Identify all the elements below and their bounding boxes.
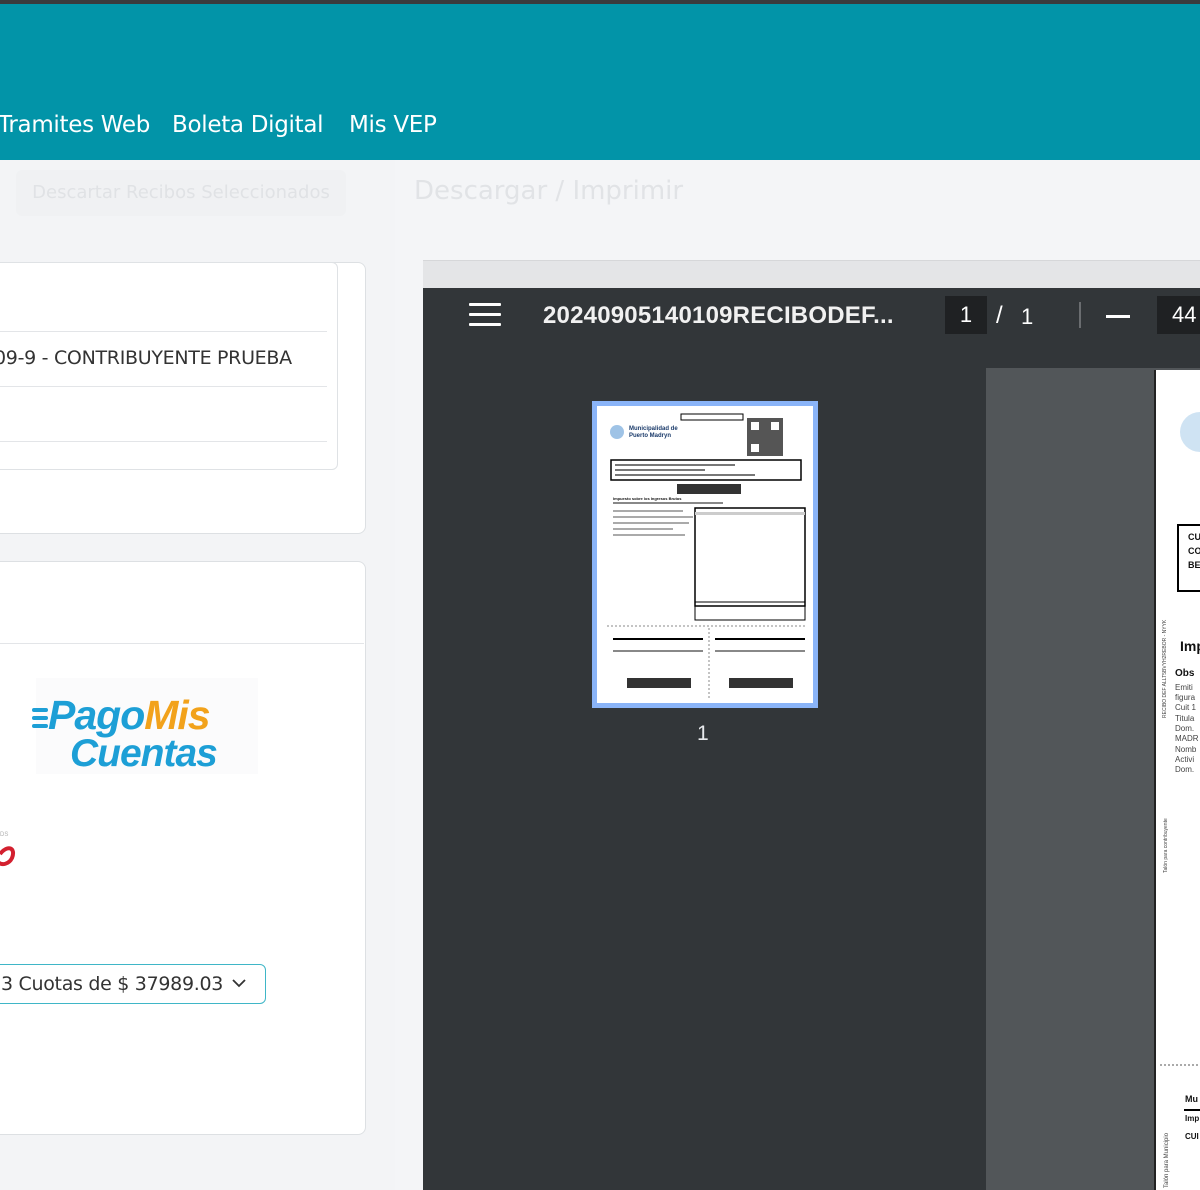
total-pages: 1: [1021, 304, 1034, 329]
top-navbar: Tramites Web Boleta Digital Mis VEP: [0, 4, 1200, 160]
page-side-text: RECIBO DEF ALLT5BVYH2REBOR - NYYK: [1162, 619, 1168, 718]
page-box-line: CO: [1188, 546, 1200, 556]
chevron-down-icon: [232, 979, 246, 988]
red-logo-caption: DS: [0, 832, 9, 838]
zoom-out-icon[interactable]: [1106, 315, 1130, 318]
page-line: Activi: [1175, 755, 1195, 764]
cuotas-select[interactable]: 3 Cuotas de $ 37989.03: [0, 964, 266, 1004]
page-heading: Imp: [1180, 638, 1200, 654]
page-footer-line: Mu: [1185, 1094, 1198, 1104]
nav-item-tramites-web[interactable]: Tramites Web: [0, 112, 150, 138]
pdf-page: CU CO BE Imp Obs Emiti figura Cuit 1 Tit…: [1154, 370, 1200, 1190]
page-line: Emiti: [1175, 683, 1193, 692]
page-line: Dom.: [1175, 765, 1195, 774]
nav-item-boleta-digital[interactable]: Boleta Digital: [172, 112, 324, 138]
discard-receipts-button[interactable]: Descartar Recibos Seleccionados: [16, 170, 346, 216]
thumbnail-page-number: 1: [697, 722, 709, 745]
contribuyente-row[interactable]: 09-9 - CONTRIBUYENTE PRUEBA: [0, 347, 292, 369]
viewer-frame-top: [423, 260, 1200, 291]
page-obs-label: Obs: [1175, 668, 1195, 679]
card-divider: [0, 643, 364, 644]
download-print-heading: Descargar / Imprimir: [414, 176, 684, 206]
zoom-input[interactable]: 44: [1157, 296, 1200, 334]
payment-card: [0, 561, 366, 1135]
page-number-input[interactable]: 1: [945, 296, 987, 334]
page-footer-line: Imp: [1185, 1114, 1200, 1123]
menu-icon[interactable]: [469, 303, 501, 327]
table-row-divider: [0, 441, 327, 442]
page-line: MADR: [1175, 734, 1199, 743]
page-line: Nomb: [1175, 745, 1197, 754]
thumbnail-page: Municipalidad de Puerto Madryn Impuesto …: [597, 406, 813, 703]
page-thumbnail[interactable]: Municipalidad de Puerto Madryn Impuesto …: [592, 401, 818, 708]
page-box-line: BE: [1188, 560, 1200, 570]
thumbnail-header: Municipalidad de Puerto Madryn: [629, 426, 678, 439]
page-separator: /: [996, 302, 1003, 329]
cuotas-select-value: 3 Cuotas de $ 37989.03: [1, 973, 224, 995]
table-row-divider: [0, 331, 327, 332]
logo-bars-icon: [32, 708, 48, 732]
page-line: Titula: [1175, 714, 1195, 723]
pagomiscuentas-logo[interactable]: PagoMis Cuentas: [32, 678, 258, 775]
thumbnail-title: Impuesto sobre los Ingresos Brutos: [613, 496, 682, 501]
page-line: figura: [1175, 693, 1196, 702]
page-line: Cuit 1: [1175, 703, 1196, 712]
thumbnail-preview: [607, 413, 807, 698]
toolbar-divider: [1079, 302, 1081, 328]
nav-item-mis-vep[interactable]: Mis VEP: [349, 112, 437, 138]
pdf-file-name: 20240905140109RECIBODEF...: [543, 302, 894, 329]
payment-brand-logo[interactable]: DS: [0, 832, 18, 872]
page-box-line: CU: [1188, 532, 1200, 542]
page-side-text: Talón para contribuyente: [1163, 818, 1169, 873]
red-swoosh-icon: [0, 846, 15, 867]
logo-cuentas-text: Cuentas: [70, 732, 218, 775]
page-side-text: Talón para Municipio: [1164, 1132, 1170, 1188]
page-footer-line: CUI: [1185, 1132, 1199, 1141]
page-line: Dom.: [1175, 724, 1195, 733]
table-row-divider: [0, 386, 327, 387]
